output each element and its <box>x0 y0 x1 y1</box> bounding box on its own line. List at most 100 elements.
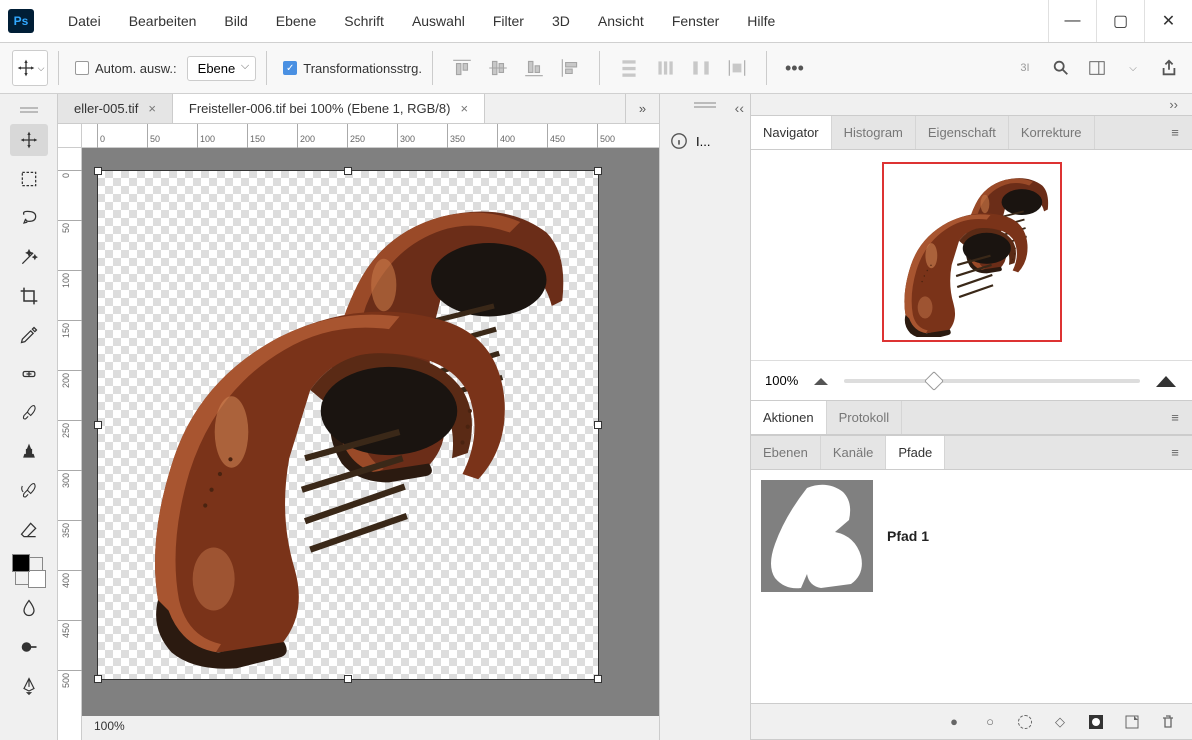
eyedropper-tool[interactable] <box>10 319 48 351</box>
transform-handle[interactable] <box>344 675 352 683</box>
navigator-thumbnail[interactable] <box>882 162 1062 342</box>
dodge-tool[interactable] <box>10 631 48 663</box>
close-button[interactable]: ✕ <box>1144 0 1192 42</box>
path-item[interactable]: Pfad 1 <box>761 480 1182 592</box>
tab-navigator[interactable]: Navigator <box>751 116 832 149</box>
menu-ebene[interactable]: Ebene <box>262 9 330 33</box>
menu-auswahl[interactable]: Auswahl <box>398 9 479 33</box>
panel-menu-icon[interactable]: ≡ <box>1158 401 1192 434</box>
zoom-in-icon[interactable] <box>1154 373 1178 389</box>
new-path-icon[interactable] <box>1124 714 1140 730</box>
path-thumbnail[interactable] <box>761 480 873 592</box>
healing-brush-tool[interactable] <box>10 358 48 390</box>
panel-menu-icon[interactable]: ≡ <box>1158 116 1192 149</box>
menu-3d[interactable]: 3D <box>538 9 584 33</box>
close-icon[interactable]: × <box>460 101 468 116</box>
minimize-button[interactable]: — <box>1048 0 1096 42</box>
panel-grip[interactable] <box>694 102 716 104</box>
menu-bild[interactable]: Bild <box>210 9 261 33</box>
transform-handle[interactable] <box>594 421 602 429</box>
menu-schrift[interactable]: Schrift <box>330 9 398 33</box>
history-brush-tool[interactable] <box>10 475 48 507</box>
fill-path-icon[interactable]: ● <box>946 714 962 730</box>
collapsed-panel[interactable]: ‹‹ I... <box>659 94 751 740</box>
tab-pfade[interactable]: Pfade <box>886 436 945 469</box>
distribute-bottom-icon[interactable] <box>690 57 712 79</box>
maximize-button[interactable]: ▢ <box>1096 0 1144 42</box>
expand-left-icon[interactable]: ‹‹ <box>735 100 744 116</box>
tab-ebenen[interactable]: Ebenen <box>751 436 821 469</box>
menu-datei[interactable]: Datei <box>54 9 115 33</box>
align-left-icon[interactable] <box>559 57 581 79</box>
zoom-slider-knob[interactable] <box>924 371 944 391</box>
more-options[interactable]: ••• <box>777 58 812 79</box>
toolbar-grip[interactable] <box>9 102 49 114</box>
search-icon[interactable] <box>1050 57 1072 79</box>
document-tab-active[interactable]: Freisteller-006.tif bei 100% (Ebene 1, R… <box>173 94 485 123</box>
panel-dropdown-icon[interactable]: ⌵ <box>1122 57 1144 79</box>
panel-layout-icon[interactable] <box>1086 57 1108 79</box>
marquee-tool[interactable] <box>10 163 48 195</box>
panels-collapse-icon[interactable]: ›› <box>751 94 1192 116</box>
align-top-icon[interactable] <box>451 57 473 79</box>
tabs-overflow-icon[interactable]: » <box>625 94 659 123</box>
auto-select-dropdown[interactable]: Ebene <box>187 56 257 81</box>
distribute-hcenter-icon[interactable] <box>654 57 676 79</box>
align-vcenter-icon[interactable] <box>487 57 509 79</box>
color-swatches[interactable] <box>15 557 43 585</box>
distribute-right-icon[interactable] <box>726 57 748 79</box>
tab-korrekture[interactable]: Korrekture <box>1009 116 1095 149</box>
magic-wand-tool[interactable] <box>10 241 48 273</box>
stroke-path-icon[interactable]: ○ <box>982 714 998 730</box>
artboard[interactable] <box>97 170 599 680</box>
transform-handle[interactable] <box>94 421 102 429</box>
zoom-slider[interactable] <box>844 379 1140 383</box>
panel-menu-icon[interactable]: ≡ <box>1158 436 1192 469</box>
transform-handle[interactable] <box>594 167 602 175</box>
tab-protokoll[interactable]: Protokoll <box>827 401 903 434</box>
share-icon[interactable] <box>1158 57 1180 79</box>
transform-handle[interactable] <box>344 167 352 175</box>
delete-path-icon[interactable] <box>1160 714 1176 730</box>
align-bottom-icon[interactable] <box>523 57 545 79</box>
3d-mode-icon[interactable]: 3I <box>1014 57 1036 79</box>
auto-select-checkbox[interactable] <box>75 61 89 75</box>
blur-tool[interactable] <box>10 592 48 624</box>
transform-handle[interactable] <box>94 675 102 683</box>
path-to-selection-icon[interactable] <box>1018 715 1032 729</box>
selection-to-path-icon[interactable]: ◇ <box>1052 714 1068 730</box>
transform-controls-checkbox[interactable] <box>283 61 297 75</box>
tab-aktionen[interactable]: Aktionen <box>751 401 827 434</box>
move-tool[interactable] <box>10 124 48 156</box>
tab-eigenschaft[interactable]: Eigenschaft <box>916 116 1009 149</box>
ruler-vertical[interactable]: 050100150200250300350400450500 <box>58 148 82 740</box>
menu-ansicht[interactable]: Ansicht <box>584 9 658 33</box>
close-icon[interactable]: × <box>148 101 156 116</box>
clone-stamp-tool[interactable] <box>10 436 48 468</box>
ruler-horizontal[interactable]: 050100150200250300350400450500 <box>82 124 659 148</box>
pen-tool[interactable] <box>10 670 48 702</box>
eraser-tool[interactable] <box>10 514 48 546</box>
document-tab-inactive[interactable]: eller-005.tif × <box>58 94 173 123</box>
auto-select-option[interactable]: Autom. ausw.: <box>75 61 177 76</box>
zoom-out-icon[interactable] <box>812 375 830 387</box>
transform-controls-option[interactable]: Transformationsstrg. <box>283 61 422 76</box>
menu-filter[interactable]: Filter <box>479 9 538 33</box>
move-tool-icon[interactable]: ⌵ <box>12 50 48 86</box>
distribute-top-icon[interactable] <box>618 57 640 79</box>
menu-fenster[interactable]: Fenster <box>658 9 733 33</box>
transform-bounding-box[interactable] <box>97 170 599 680</box>
transform-handle[interactable] <box>94 167 102 175</box>
menu-bearbeiten[interactable]: Bearbeiten <box>115 9 211 33</box>
ruler-origin[interactable] <box>58 124 82 148</box>
brush-tool[interactable] <box>10 397 48 429</box>
collapsed-info-item[interactable]: I... <box>660 126 750 156</box>
tab-histogram[interactable]: Histogram <box>832 116 916 149</box>
menu-hilfe[interactable]: Hilfe <box>733 9 789 33</box>
crop-tool[interactable] <box>10 280 48 312</box>
lasso-tool[interactable] <box>10 202 48 234</box>
transform-handle[interactable] <box>594 675 602 683</box>
add-mask-icon[interactable] <box>1088 714 1104 730</box>
tab-kanäle[interactable]: Kanäle <box>821 436 886 469</box>
canvas[interactable] <box>82 148 659 716</box>
